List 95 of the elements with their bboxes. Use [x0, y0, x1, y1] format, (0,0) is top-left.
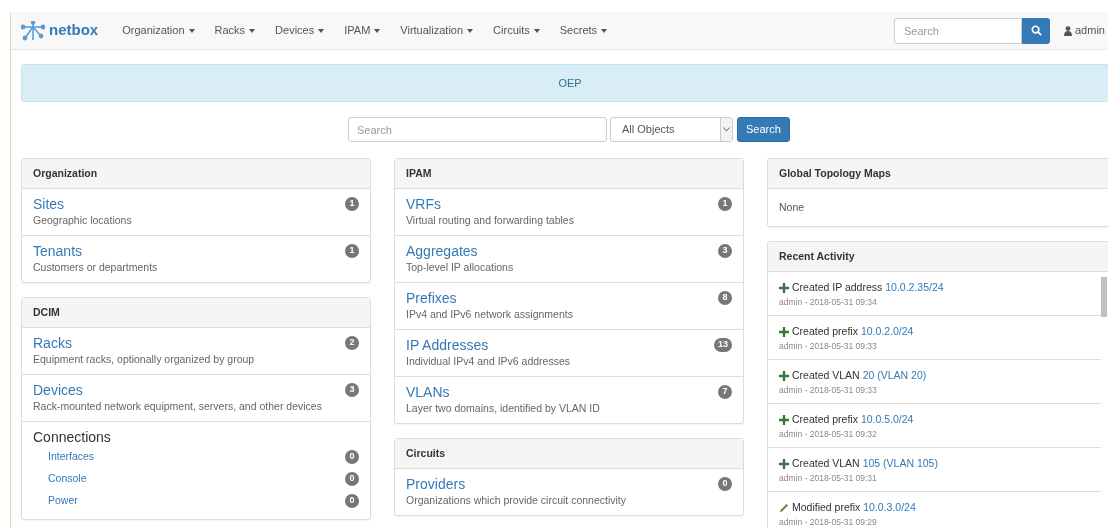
activity-meta: admin - 2018-05-31 09:32: [779, 428, 878, 441]
count-badge: 1: [718, 197, 732, 211]
caret-icon: [533, 28, 540, 33]
panel-heading: DCIM: [22, 298, 370, 328]
caret-icon: [188, 28, 195, 33]
item-link[interactable]: VLANs: [406, 383, 450, 401]
panel-heading: Organization: [22, 159, 370, 189]
search-field[interactable]: Search: [348, 117, 607, 142]
plus-icon: [779, 414, 789, 425]
count-badge: 1: [345, 244, 359, 258]
scope-dropdown[interactable]: All Objects: [610, 117, 733, 142]
user-menu[interactable]: admin: [1064, 22, 1108, 39]
activity-text: Modified prefix 10.0.3.0/24: [792, 500, 916, 515]
panel-heading: Recent Activity: [768, 242, 1108, 272]
item-link[interactable]: Aggregates: [406, 242, 478, 260]
nav-menu[interactable]: Racks: [204, 12, 266, 50]
caret-icon: [249, 28, 256, 33]
count-badge: 3: [718, 244, 732, 258]
item-description: Equipment racks, optionally organized by group: [33, 352, 256, 367]
sub-link[interactable]: Console: [48, 471, 87, 487]
nav-menu[interactable]: Organization: [112, 12, 205, 50]
count-badge: 3: [345, 383, 359, 397]
object-link[interactable]: 10.0.3.0/24: [863, 501, 916, 513]
count-badge: 1: [345, 197, 359, 211]
search-button[interactable]: [1022, 17, 1050, 44]
count-badge: 13: [714, 338, 732, 352]
caret-icon: [601, 28, 608, 33]
activity-text: Created prefix 10.0.5.0/24: [792, 412, 914, 427]
item-description: Layer two domains, identified by VLAN ID: [406, 401, 601, 416]
activity-meta: admin - 2018-05-31 09:34: [779, 296, 878, 309]
search-field[interactable]: Search: [894, 17, 1022, 44]
count-badge: 0: [345, 450, 359, 464]
item-link[interactable]: Tenants: [33, 242, 83, 260]
panel-heading: Global Topology Maps: [768, 159, 1108, 189]
item-link[interactable]: Sites: [33, 195, 65, 213]
object-link[interactable]: 20 (VLAN 20): [862, 369, 927, 381]
pencil-icon: [779, 502, 789, 513]
item-description: Top-level IP allocations: [406, 260, 515, 275]
count-badge: 0: [345, 494, 359, 508]
alert-banner: OEP: [21, 64, 1108, 102]
plus-icon: [779, 326, 789, 337]
item-link[interactable]: Devices: [33, 381, 83, 399]
item-description: Individual IPv4 and IPv6 addresses: [406, 354, 572, 369]
panel-text: None: [778, 199, 806, 215]
group-heading: Connections: [33, 428, 112, 446]
nav-menu[interactable]: Circuits: [483, 12, 550, 50]
object-link[interactable]: 10.0.2.35/24: [885, 281, 944, 293]
item-description: Rack-mounted network equipment, servers, and other devices: [33, 399, 323, 414]
object-link[interactable]: 10.0.5.0/24: [860, 413, 914, 425]
count-badge: 7: [718, 385, 732, 399]
item-description: Virtual routing and forwarding tables: [406, 213, 575, 228]
caret-icon: [318, 28, 325, 33]
nav-menu[interactable]: Devices: [265, 12, 335, 50]
panel-heading: Circuits: [395, 439, 743, 469]
item-link[interactable]: Racks: [33, 334, 72, 352]
caret-icon: [374, 28, 381, 33]
item-link[interactable]: VRFs: [406, 195, 441, 213]
search-button[interactable]: Search: [737, 117, 790, 142]
count-badge: 0: [345, 472, 359, 486]
user-icon: [1064, 25, 1072, 36]
activity-text: Created prefix 10.0.2.0/24: [792, 324, 914, 339]
activity-text: Created VLAN 105 (VLAN 105): [792, 456, 938, 471]
scrollbar-thumb[interactable]: [1101, 277, 1107, 317]
item-link[interactable]: IP Addresses: [406, 336, 489, 354]
item-description: Geographic locations: [33, 213, 133, 228]
plus-icon: [779, 458, 789, 469]
activity-meta: admin - 2018-05-31 09:33: [779, 340, 878, 353]
count-badge: 2: [345, 336, 359, 350]
network-logo-icon[interactable]: [21, 20, 45, 41]
nav-menu[interactable]: Secrets: [549, 12, 618, 50]
brand-name[interactable]: netbox: [49, 19, 99, 42]
object-link[interactable]: 105 (VLAN 105): [862, 457, 938, 469]
search-icon: [1030, 25, 1042, 36]
count-badge: 0: [718, 477, 732, 491]
plus-icon: [779, 370, 789, 381]
nav-menu[interactable]: Virtualization: [390, 12, 484, 50]
caret-icon: [467, 28, 474, 33]
activity-meta: admin - 2018-05-31 09:33: [779, 384, 878, 397]
panel-heading: IPAM: [395, 159, 743, 189]
sub-link[interactable]: Interfaces: [48, 449, 95, 465]
item-description: Organizations which provide circuit connectivity: [406, 493, 627, 508]
item-link[interactable]: Prefixes: [406, 289, 457, 307]
plus-icon: [779, 282, 789, 293]
sub-link[interactable]: Power: [48, 493, 78, 509]
activity-meta: admin - 2018-05-31 09:31: [779, 472, 878, 485]
activity-text: Created VLAN 20 (VLAN 20): [792, 368, 927, 383]
item-link[interactable]: Providers: [406, 475, 466, 493]
count-badge: 8: [718, 291, 732, 305]
object-link[interactable]: 10.0.2.0/24: [860, 325, 914, 337]
activity-meta: admin - 2018-05-31 09:29: [779, 516, 878, 528]
chevron-down-icon: [723, 127, 730, 132]
nav-menu[interactable]: IPAM: [334, 12, 391, 50]
item-description: IPv4 and IPv6 network assignments: [406, 307, 574, 322]
item-description: Customers or departments: [33, 260, 159, 275]
activity-text: Created IP address 10.0.2.35/24: [792, 280, 944, 295]
